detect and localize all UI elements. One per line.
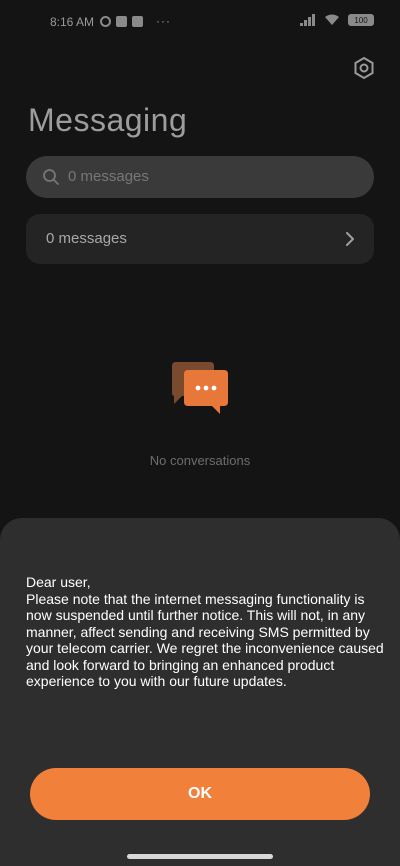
battery-icon: 100 xyxy=(348,14,374,26)
notice-text: Dear user, Please note that the internet… xyxy=(26,574,384,689)
more-notifications-dots: ··· xyxy=(156,14,171,28)
ok-button[interactable]: OK xyxy=(30,768,370,820)
app-notification-icon xyxy=(116,15,127,27)
empty-state-label: No conversations xyxy=(149,453,251,468)
home-indicator[interactable] xyxy=(127,854,273,859)
page-title: Messaging xyxy=(28,102,188,138)
search-placeholder: 0 messages xyxy=(68,168,149,185)
search-input[interactable]: 0 messages xyxy=(26,156,374,198)
messages-row[interactable]: 0 messages xyxy=(26,214,374,264)
chevron-right-icon xyxy=(346,232,354,246)
status-right-icons: 100 xyxy=(300,14,374,26)
search-icon xyxy=(43,169,59,185)
wifi-icon xyxy=(325,14,339,25)
chat-bubbles-icon xyxy=(172,362,228,414)
notice-bottom-sheet: Dear user, Please note that the internet… xyxy=(0,518,400,866)
message-notification-icon xyxy=(132,15,143,27)
gear-icon[interactable] xyxy=(352,56,376,80)
signal-icon xyxy=(300,14,315,26)
sync-icon xyxy=(100,15,111,27)
status-bar: 8:16 AM ··· 100 xyxy=(0,0,400,44)
status-time: 8:16 AM xyxy=(50,15,95,29)
messages-row-label: 0 messages xyxy=(46,230,127,247)
status-notification-icons: ··· xyxy=(100,14,171,28)
